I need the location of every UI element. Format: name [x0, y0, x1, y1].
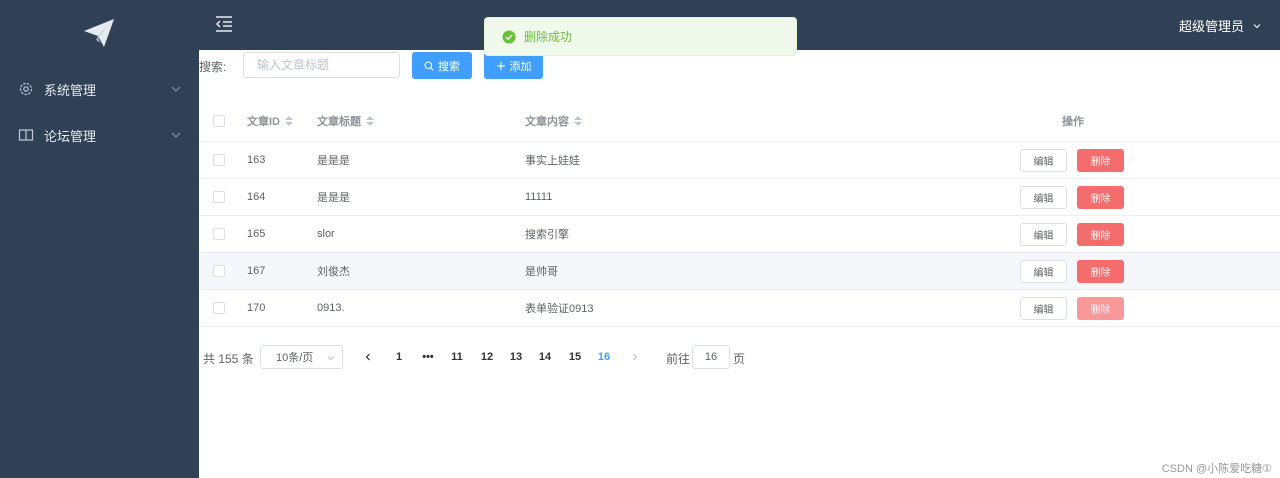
sort-caret-icon[interactable] [285, 116, 293, 126]
edit-button[interactable]: 编辑 [1020, 149, 1067, 172]
cell-id: 165 [247, 228, 266, 240]
more-pages-button[interactable]: ••• [416, 345, 440, 369]
cell-title: 0913. [317, 302, 345, 314]
toast-message: 删除成功 [524, 30, 573, 44]
next-page-button[interactable] [623, 345, 647, 369]
search-button[interactable]: 搜索 [412, 52, 472, 79]
page-button-current[interactable]: 16 [592, 345, 616, 369]
sidebar-item-forum[interactable]: 论坛管理 [0, 112, 199, 158]
page-button[interactable]: 12 [475, 345, 499, 369]
cell-content: 搜索引擎 [525, 229, 569, 241]
page-button[interactable]: 14 [533, 345, 557, 369]
page-button[interactable]: 15 [563, 345, 587, 369]
chevron-right-icon [633, 353, 638, 361]
user-name: 超级管理员 [1178, 19, 1244, 34]
paper-plane-icon[interactable] [82, 16, 116, 50]
sort-caret-icon[interactable] [366, 116, 374, 126]
table-row: 164 是是是 11111 编辑 删除 [199, 179, 1280, 216]
column-header-ops: 操作 [1062, 116, 1084, 128]
page-button[interactable]: 11 [445, 345, 469, 369]
gear-icon [19, 82, 33, 96]
cell-title: slor [317, 228, 335, 240]
plus-icon [496, 61, 505, 70]
page-size-select[interactable]: 10条/页 [260, 345, 343, 369]
goto-page-unit: 页 [733, 352, 746, 366]
table-header: 文章ID 文章标题 文章内容 操作 [199, 101, 1280, 142]
cell-id: 163 [247, 154, 266, 166]
edit-button[interactable]: 编辑 [1020, 297, 1067, 320]
table-row: 167 刘俊杰 是帅哥 编辑 删除 [199, 253, 1280, 290]
row-checkbox[interactable] [213, 228, 225, 240]
check-circle-icon [502, 30, 516, 43]
table-row: 165 slor 搜索引擎 编辑 删除 [199, 216, 1280, 253]
search-input[interactable] [243, 52, 400, 78]
row-checkbox[interactable] [213, 265, 225, 277]
cell-content: 事实上娃娃 [525, 155, 580, 167]
pagination: 共 155 条 10条/页 1 ••• 11 12 13 14 15 16 前往… [199, 345, 1199, 369]
delete-button[interactable]: 删除 [1077, 260, 1124, 283]
sort-caret-icon[interactable] [574, 116, 582, 126]
delete-button[interactable]: 删除 [1077, 149, 1124, 172]
row-checkbox[interactable] [213, 154, 225, 166]
edit-button[interactable]: 编辑 [1020, 223, 1067, 246]
cell-content: 11111 [525, 191, 553, 203]
watermark: CSDN @小陈爱吃糖① [1161, 463, 1272, 475]
sidebar: 系统管理 论坛管理 [0, 0, 199, 478]
user-menu[interactable]: 超级管理员 [1179, 16, 1262, 35]
delete-button[interactable]: 删除 [1077, 297, 1124, 320]
search-icon [424, 60, 434, 71]
search-button-label: 搜索 [438, 60, 460, 73]
goto-page-input[interactable] [692, 345, 730, 369]
sidebar-item-label: 论坛管理 [44, 128, 97, 144]
book-icon [18, 129, 34, 141]
prev-page-button[interactable] [356, 345, 380, 369]
edit-button[interactable]: 编辑 [1020, 260, 1067, 283]
delete-button[interactable]: 删除 [1077, 186, 1124, 209]
cell-id: 164 [247, 191, 266, 203]
cell-id: 167 [247, 265, 266, 277]
select-all-checkbox[interactable] [213, 115, 225, 127]
column-header-id: 文章ID [247, 116, 280, 128]
add-button-label: 添加 [509, 60, 532, 73]
table-row: 170 0913. 表单验证0913 编辑 删除 [199, 290, 1280, 327]
success-toast: 删除成功 [484, 17, 797, 56]
chevron-down-icon [1253, 23, 1261, 28]
search-label: 搜索: [199, 60, 227, 74]
chevron-down-icon [171, 86, 181, 92]
cell-content: 表单验证0913 [525, 303, 594, 315]
add-button[interactable]: 添加 [484, 52, 543, 79]
column-header-title: 文章标题 [317, 116, 361, 128]
page-button[interactable]: 13 [504, 345, 528, 369]
delete-button[interactable]: 删除 [1077, 223, 1124, 246]
article-table: 文章ID 文章标题 文章内容 操作 163 是是是 事实上娃娃 编辑 删除 16… [199, 101, 1280, 327]
page-size-value: 10条/页 [276, 352, 314, 364]
chevron-down-icon [171, 132, 181, 138]
edit-button[interactable]: 编辑 [1020, 186, 1067, 209]
chevron-down-icon [327, 356, 335, 361]
pagination-total: 共 155 条 [203, 352, 254, 366]
menu-fold-icon[interactable] [214, 14, 234, 34]
chevron-left-icon [365, 353, 370, 361]
cell-content: 是帅哥 [525, 266, 558, 278]
sidebar-item-label: 系统管理 [44, 82, 97, 98]
row-checkbox[interactable] [213, 191, 225, 203]
row-checkbox[interactable] [213, 302, 225, 314]
cell-title: 刘俊杰 [317, 266, 350, 278]
cell-title: 是是是 [317, 155, 350, 167]
goto-label: 前往 [666, 352, 691, 366]
column-header-content: 文章内容 [525, 116, 569, 128]
page-button[interactable]: 1 [387, 345, 411, 369]
table-row: 163 是是是 事实上娃娃 编辑 删除 [199, 142, 1280, 179]
cell-id: 170 [247, 302, 266, 314]
cell-title: 是是是 [317, 192, 350, 204]
sidebar-item-system[interactable]: 系统管理 [0, 66, 199, 112]
